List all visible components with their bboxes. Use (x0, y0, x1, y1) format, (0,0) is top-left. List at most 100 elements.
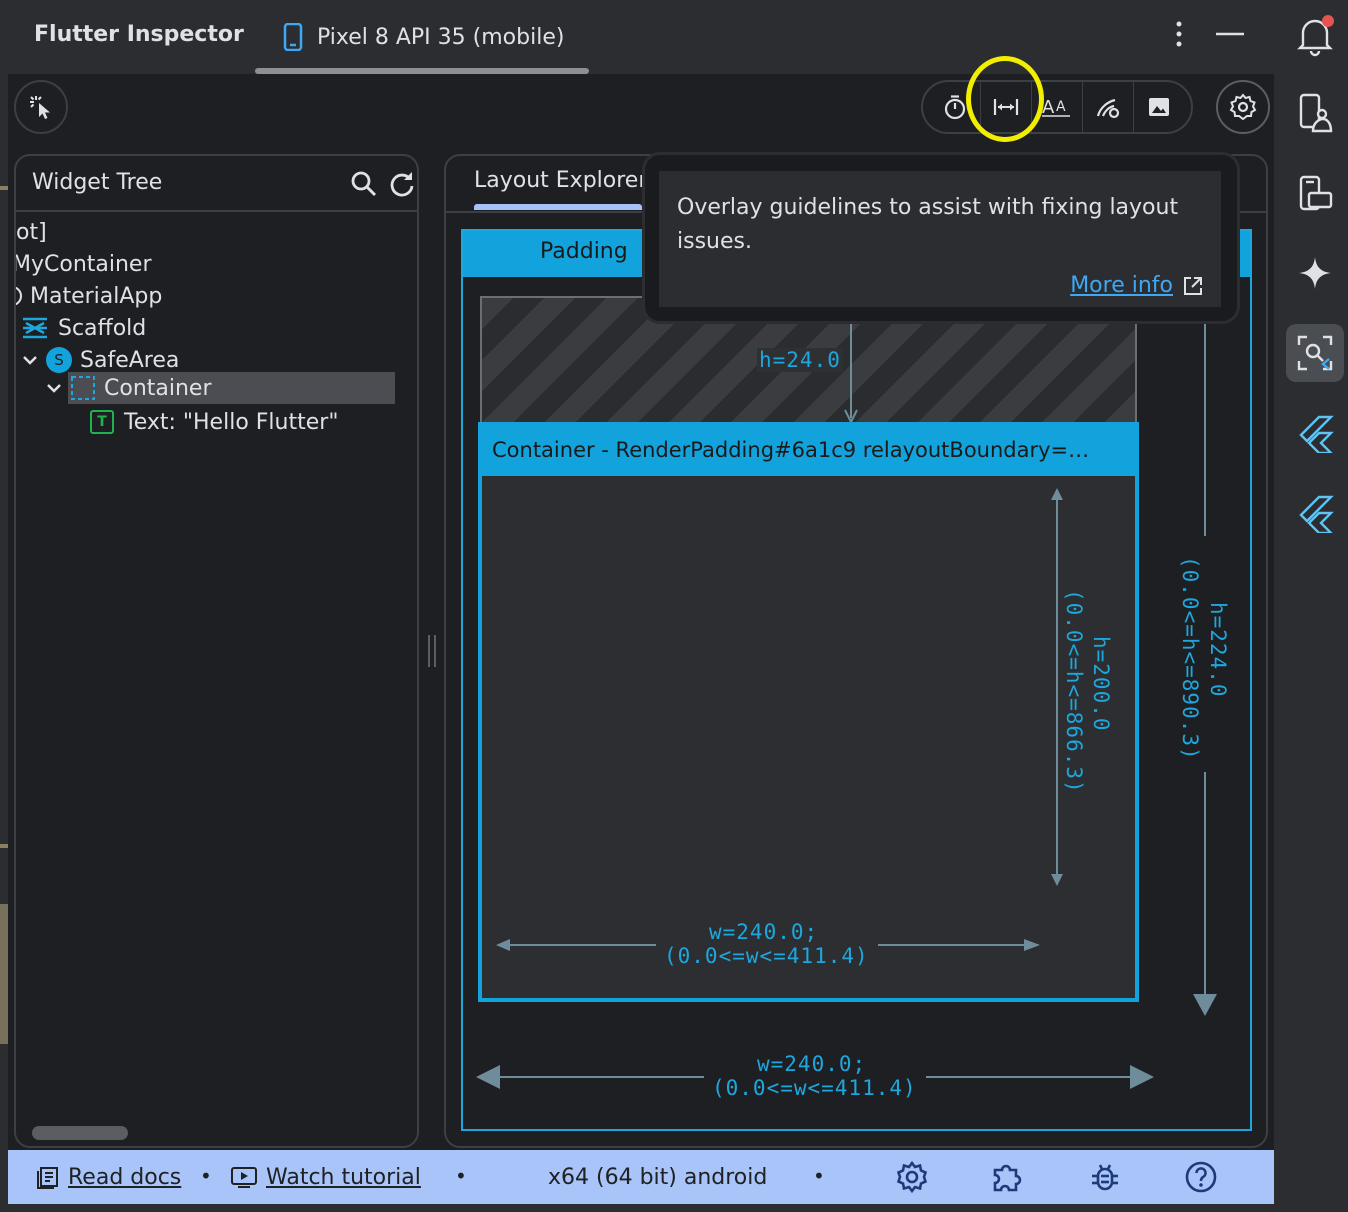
oversized-images-icon (1147, 95, 1171, 119)
container-widget-box[interactable] (478, 422, 1139, 1002)
layout-inspector-icon (1295, 333, 1335, 373)
debug-toggle-group: AA (921, 80, 1193, 134)
running-devices-icon (1295, 171, 1335, 215)
padding-width-constraint: (0.0<=w<=411.4) (712, 1076, 917, 1100)
phone-icon (283, 23, 303, 51)
watch-tutorial-link[interactable]: Watch tutorial (230, 1162, 421, 1192)
more-info-link[interactable]: More info (1070, 273, 1203, 298)
panel-splitter[interactable] (426, 634, 438, 668)
notifications-button[interactable] (1286, 6, 1344, 64)
select-widget-mode-button[interactable] (14, 80, 68, 134)
device-tab-label: Pixel 8 API 35 (mobile) (317, 24, 565, 50)
container-width-constraint: (0.0<=w<=411.4) (664, 944, 869, 968)
chevron-down-icon[interactable] (22, 352, 38, 368)
tree-row-label: MyContainer (14, 251, 152, 277)
app-title: Flutter Inspector (34, 22, 244, 47)
repaint-rainbow-icon (1095, 94, 1121, 120)
tab-device[interactable]: Pixel 8 API 35 (mobile) (283, 20, 564, 54)
widget-tree-header: Widget Tree (16, 156, 417, 212)
tree-row-label: MaterialApp (30, 283, 163, 309)
status-separator: • (813, 1164, 825, 1188)
external-link-icon (1183, 276, 1203, 296)
layout-guidelines-icon (992, 96, 1020, 118)
tree-row-container[interactable]: Container (46, 372, 212, 404)
read-docs-label: Read docs (68, 1164, 182, 1190)
gear-icon (1229, 93, 1257, 121)
slow-animations-icon (942, 94, 968, 120)
flutter-performance-icon (1295, 493, 1335, 533)
gear-icon[interactable] (895, 1160, 929, 1194)
layout-guidelines-button[interactable] (983, 84, 1029, 130)
platform-label: x64 (64 bit) android (548, 1164, 768, 1190)
device-manager-icon (1295, 91, 1335, 135)
tree-row-materialapp[interactable]: MaterialApp (16, 280, 163, 312)
widget-tree-panel: Widget Tree ot] MyContainer MaterialApp … (14, 154, 419, 1148)
more-info-label: More info (1070, 273, 1173, 298)
container-header-label: Container - RenderPadding#6a1c9 relayout… (492, 438, 1090, 462)
watch-tutorial-label: Watch tutorial (266, 1164, 421, 1190)
material-app-icon (16, 285, 22, 307)
tab-layout-explorer[interactable]: Layout Explorer (474, 168, 647, 193)
tree-row-mycontainer[interactable]: MyContainer (14, 248, 152, 280)
layout-inspector-button[interactable] (1286, 324, 1344, 382)
more-vert-icon[interactable] (1168, 18, 1190, 50)
tree-row-label: Container (104, 375, 212, 401)
padding-width-value: w=240.0; (757, 1052, 867, 1076)
padding-height-arrow (843, 322, 859, 426)
text-baselines-icon: AA (1042, 95, 1072, 119)
tooltip-text: Overlay guidelines to assist with fixing… (677, 195, 1179, 254)
padding-header-label: Padding (540, 239, 628, 264)
widget-tree-title: Widget Tree (32, 170, 163, 195)
notifications-icon (1295, 13, 1335, 57)
tooltip-body: Overlay guidelines to assist with fixing… (659, 171, 1221, 307)
badge-letter: S (54, 351, 64, 369)
container-header: Container - RenderPadding#6a1c9 relayout… (482, 426, 1135, 476)
toolbar-divider (1133, 81, 1134, 133)
padding-height-total-value: h=224.0 (1206, 602, 1230, 698)
svg-text:A: A (1042, 97, 1055, 118)
flutter-outline-button[interactable] (1286, 404, 1344, 462)
repaint-rainbow-button[interactable] (1085, 84, 1131, 130)
oversized-images-button[interactable] (1136, 84, 1182, 130)
read-docs-link[interactable]: Read docs (36, 1162, 181, 1192)
toolbar-divider (1031, 81, 1032, 133)
badge-letter: T (97, 414, 107, 430)
select-widget-mode-icon (28, 94, 54, 120)
docs-icon (36, 1165, 60, 1189)
device-manager-button[interactable] (1286, 84, 1344, 142)
tree-row-scaffold[interactable]: Scaffold (22, 312, 146, 344)
bug-icon[interactable] (1088, 1160, 1122, 1194)
search-icon[interactable] (350, 170, 378, 198)
padding-height-label: h=24.0 (757, 348, 843, 372)
container-height-constraint: (0.0<=h<=866.3) (1062, 589, 1086, 794)
status-bar: Read docs • Watch tutorial • x64 (64 bit… (8, 1150, 1274, 1204)
container-height-value: h=200.0 (1089, 636, 1113, 732)
extension-icon[interactable] (991, 1160, 1025, 1194)
svg-text:A: A (1056, 99, 1066, 115)
video-icon (230, 1165, 258, 1189)
layout-guidelines-tooltip: Overlay guidelines to assist with fixing… (642, 152, 1240, 324)
tree-row-text[interactable]: T Text: "Hello Flutter" (90, 406, 338, 438)
text-baselines-button[interactable]: AA (1034, 84, 1080, 130)
container-width-value: w=240.0; (709, 920, 819, 944)
tree-row-label: SafeArea (80, 347, 180, 373)
minimize-icon[interactable] (1212, 20, 1248, 50)
horizontal-scrollbar[interactable] (32, 1126, 128, 1140)
flutter-performance-button[interactable] (1286, 484, 1344, 542)
settings-button[interactable] (1216, 80, 1270, 134)
chevron-down-icon[interactable] (46, 380, 62, 396)
tree-row-label: Scaffold (58, 315, 147, 341)
padding-height-total-constraint: (0.0<=h<=890.3) (1178, 556, 1202, 761)
running-devices-button[interactable] (1286, 164, 1344, 222)
text-widget-icon: T (90, 410, 114, 434)
gemini-button[interactable] (1286, 244, 1344, 302)
tree-row-root[interactable]: ot] (16, 216, 47, 248)
refresh-icon[interactable] (388, 170, 416, 198)
safearea-badge-icon: S (46, 347, 72, 373)
tree-row-label: ot] (16, 219, 47, 245)
tab-underline (474, 204, 642, 210)
gemini-icon (1295, 253, 1335, 293)
slow-animations-button[interactable] (932, 84, 978, 130)
help-icon[interactable] (1184, 1160, 1218, 1194)
toolbar-divider (980, 81, 981, 133)
